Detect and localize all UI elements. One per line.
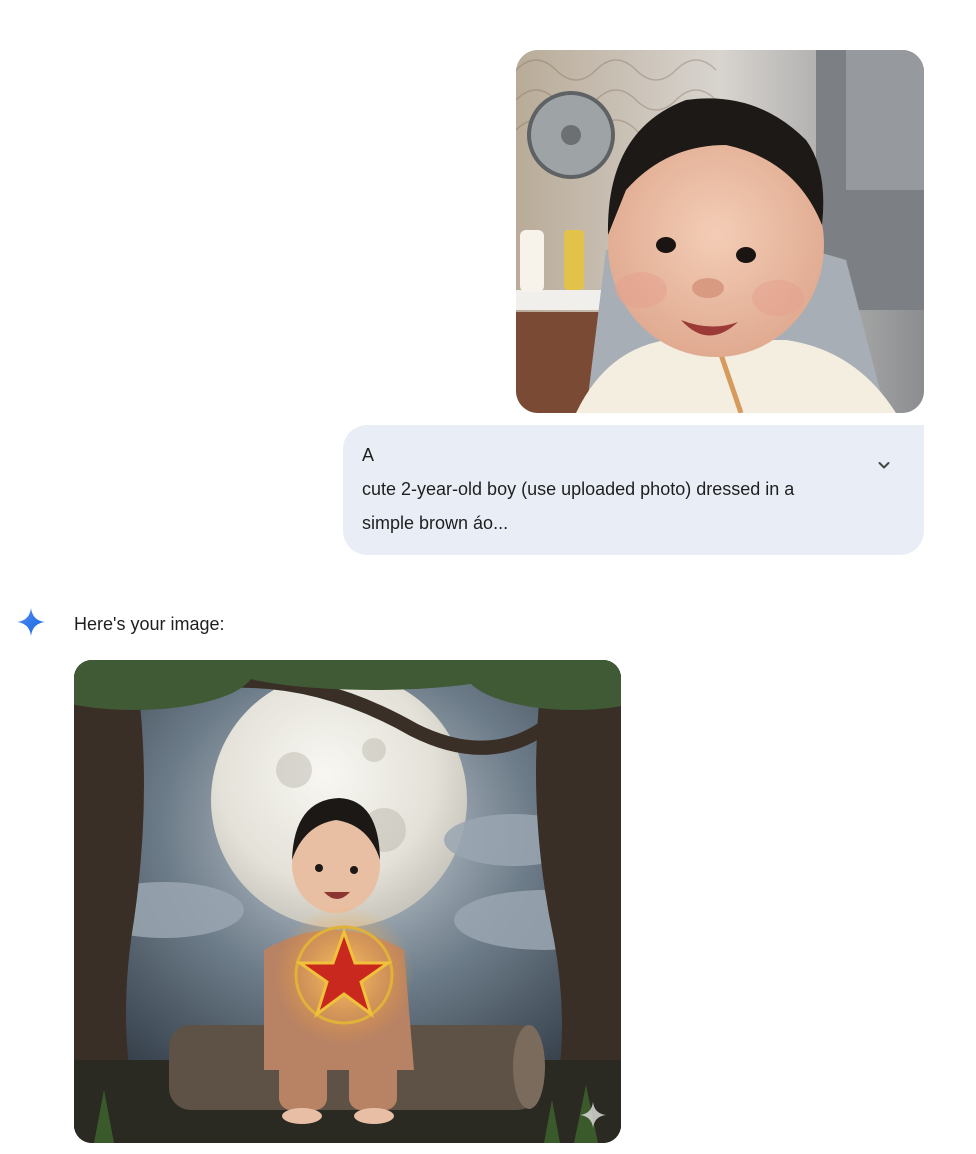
sparkle-watermark-icon — [579, 1101, 607, 1129]
generated-image[interactable] — [74, 660, 621, 1143]
uploaded-photo-illustration — [516, 50, 924, 413]
generated-image-illustration — [74, 660, 621, 1143]
chevron-down-icon — [878, 462, 890, 469]
prompt-line-2: cute 2-year-old boy (use uploaded photo)… — [362, 479, 795, 499]
expand-prompt-button[interactable] — [870, 451, 898, 479]
prompt-line-1: A — [362, 445, 375, 465]
user-prompt-bubble: A cute 2-year-old boy (use uploaded phot… — [343, 425, 924, 555]
prompt-line-3: simple brown áo... — [362, 513, 509, 533]
response-text: Here's your image: — [74, 614, 225, 634]
user-uploaded-image[interactable] — [516, 50, 924, 413]
gemini-sparkle-icon — [16, 607, 46, 637]
